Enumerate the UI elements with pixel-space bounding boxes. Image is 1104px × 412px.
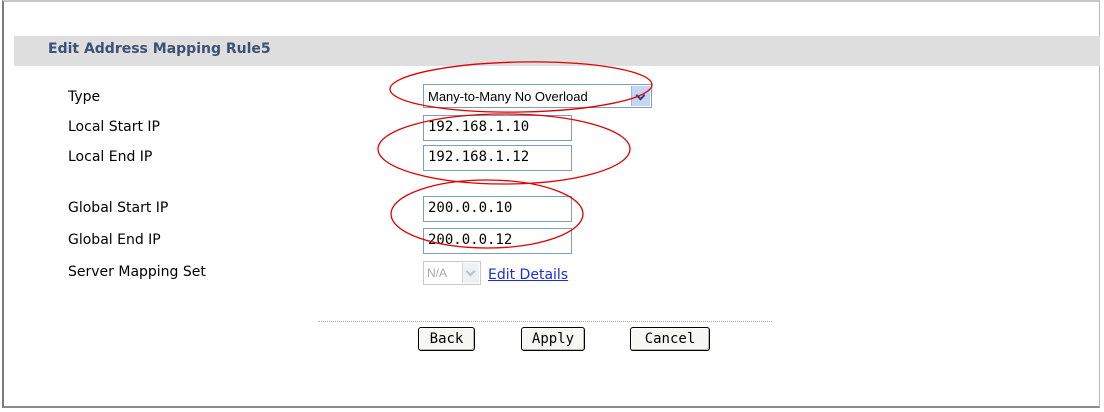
- server-mapping-value: N/A: [427, 266, 448, 280]
- type-select[interactable]: Many-to-Many No Overload: [423, 84, 652, 108]
- page-title: Edit Address Mapping Rule5: [48, 41, 271, 57]
- title-bar: Edit Address Mapping Rule5: [14, 36, 1100, 66]
- local-end-ip-input[interactable]: 192.168.1.12: [423, 145, 572, 171]
- divider: [318, 321, 772, 322]
- label-server-mapping-set: Server Mapping Set: [68, 264, 206, 280]
- back-button[interactable]: Back: [418, 327, 475, 351]
- local-start-ip-input[interactable]: 192.168.1.10: [423, 115, 572, 141]
- label-local-start-ip: Local Start IP: [68, 119, 160, 135]
- type-select-value: Many-to-Many No Overload: [428, 89, 588, 104]
- chevron-down-icon[interactable]: [631, 86, 650, 106]
- label-type: Type: [68, 89, 101, 105]
- edit-details-link[interactable]: Edit Details: [488, 267, 568, 283]
- apply-button[interactable]: Apply: [521, 327, 585, 351]
- label-global-end-ip: Global End IP: [68, 232, 161, 248]
- label-global-start-ip: Global Start IP: [68, 200, 169, 216]
- label-local-end-ip: Local End IP: [68, 149, 153, 165]
- cancel-button[interactable]: Cancel: [630, 327, 710, 351]
- server-mapping-select: N/A: [423, 261, 481, 285]
- chevron-down-icon: [462, 263, 479, 283]
- global-start-ip-input[interactable]: 200.0.0.10: [423, 196, 572, 222]
- global-end-ip-input[interactable]: 200.0.0.12: [423, 228, 572, 254]
